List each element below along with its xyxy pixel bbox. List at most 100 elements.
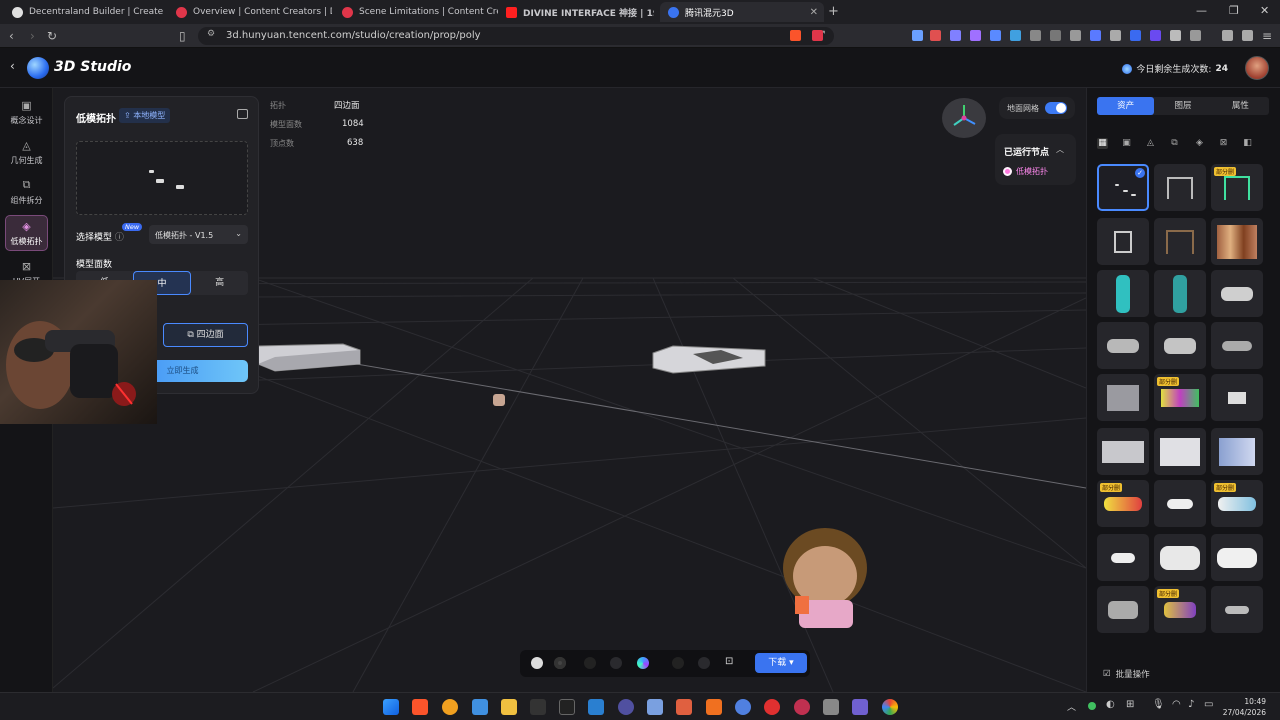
battery-icon[interactable]: ▭ [1204, 699, 1213, 710]
tray-icon[interactable]: ◐ [1106, 699, 1115, 710]
extension-icon[interactable] [1130, 30, 1141, 41]
browser-tab[interactable]: Overview | Content Creators | Decentr [168, 2, 332, 22]
asset-thumbnail[interactable] [1154, 480, 1206, 527]
rail-item-geometry[interactable]: ◬ 几何生成 [5, 134, 48, 170]
model-preview[interactable] [76, 141, 248, 215]
quad-faces-button[interactable]: ⧉ 四边面 [163, 323, 248, 347]
download-icon[interactable] [1222, 30, 1233, 41]
wifi-icon[interactable]: ◠ [1172, 699, 1181, 710]
asset-thumbnail[interactable] [1211, 374, 1263, 421]
system-clock[interactable]: 10:49 27/04/2026 [1223, 696, 1266, 718]
app-icon[interactable] [472, 699, 488, 715]
browser-tab[interactable]: Scene Limitations | Content Creators [334, 2, 498, 22]
asset-thumbnail[interactable] [1154, 164, 1206, 211]
render-mode-icon[interactable] [531, 657, 543, 669]
render-mode-icon[interactable] [584, 657, 596, 669]
sidebar-icon[interactable] [1190, 30, 1201, 41]
site-info-icon[interactable]: ⚙ [207, 29, 215, 39]
local-model-button[interactable]: ⇪ 本地模型 [119, 108, 171, 123]
asset-thumbnail[interactable] [1097, 270, 1149, 317]
shapes-filter-icon[interactable]: ◬ [1145, 138, 1156, 149]
extension-icon[interactable] [990, 30, 1001, 41]
volume-icon[interactable]: ♪ [1188, 699, 1194, 710]
browser-tab-active[interactable]: 腾讯混元3D ✕ [660, 2, 824, 22]
extension-icon[interactable] [1150, 30, 1161, 41]
split-filter-icon[interactable]: ⧉ [1169, 138, 1180, 149]
face-count-high[interactable]: 高 [191, 271, 248, 295]
asset-thumbnail[interactable] [1211, 218, 1263, 265]
app-icon[interactable] [764, 699, 780, 715]
tab-layers[interactable]: 图层 [1154, 97, 1211, 115]
model-piece[interactable] [493, 394, 505, 406]
close-tab-icon[interactable]: ✕ [810, 7, 818, 18]
asset-thumbnail[interactable]: 部分删 [1097, 480, 1149, 527]
asset-thumbnail[interactable] [1154, 428, 1206, 475]
browser-tab[interactable]: DIVINE INTERFACE 神接 | 1990s [498, 2, 654, 22]
chevron-up-icon[interactable]: ︿ [1067, 700, 1076, 713]
asset-thumbnail[interactable] [1097, 428, 1149, 475]
avatar[interactable] [1245, 56, 1269, 80]
model-piece[interactable] [652, 345, 766, 374]
app-icon[interactable] [618, 699, 634, 715]
asset-thumbnail[interactable] [1154, 270, 1206, 317]
brave-shield-icon[interactable] [790, 30, 801, 41]
wallet-icon[interactable] [1242, 30, 1253, 41]
render-mode-icon[interactable] [698, 657, 710, 669]
app-icon[interactable] [852, 699, 868, 715]
extension-icon[interactable] [970, 30, 981, 41]
chrome-icon[interactable] [882, 699, 898, 715]
app-icon[interactable] [676, 699, 692, 715]
asset-thumbnail[interactable] [1097, 218, 1149, 265]
asset-thumbnail[interactable] [1211, 534, 1263, 581]
render-mode-icon[interactable] [610, 657, 622, 669]
model-piece[interactable] [257, 343, 361, 372]
model-select[interactable]: 低模拓扑 - V1.5 ⌄ [149, 225, 248, 244]
asset-thumbnail[interactable] [1097, 374, 1149, 421]
app-icon[interactable] [530, 699, 546, 715]
asset-thumbnail[interactable]: 部分删 [1154, 586, 1206, 633]
render-mode-icon[interactable] [554, 657, 566, 669]
ground-grid-toggle[interactable] [1045, 102, 1067, 114]
back-icon[interactable]: ‹ [9, 29, 14, 43]
render-mode-icon[interactable] [672, 657, 684, 669]
asset-thumbnail[interactable] [1154, 534, 1206, 581]
blender-icon[interactable] [706, 699, 722, 715]
asset-thumbnail[interactable] [1154, 218, 1206, 265]
collapse-panel-icon[interactable] [237, 109, 248, 119]
app-icon[interactable] [735, 699, 751, 715]
minimize-icon[interactable]: — [1196, 4, 1207, 17]
vscode-icon[interactable] [588, 699, 604, 715]
info-icon[interactable]: ⓘ [115, 233, 124, 243]
download-button[interactable]: 下载 ▾ [755, 653, 807, 673]
extension-icon[interactable] [1010, 30, 1021, 41]
extension-icon[interactable] [912, 30, 923, 41]
reload-icon[interactable]: ↻ [47, 29, 57, 43]
color-mode-icon[interactable] [637, 657, 649, 669]
extension-icon[interactable] [1050, 30, 1061, 41]
texture-filter-icon[interactable]: ◧ [1242, 138, 1253, 149]
orientation-gizmo[interactable] [942, 98, 986, 138]
screenshot-icon[interactable]: ⊡ [725, 656, 733, 667]
asset-thumbnail[interactable] [1211, 322, 1263, 369]
tray-status-icon[interactable] [1088, 702, 1096, 710]
asset-thumbnail[interactable]: 部分删 [1211, 480, 1263, 527]
extension-icon[interactable] [1030, 30, 1041, 41]
rail-item-topology[interactable]: ◈ 低模拓扑 [5, 215, 48, 251]
extension-icon[interactable] [930, 30, 941, 41]
rail-item-split[interactable]: ⧉ 组件拆分 [5, 174, 48, 210]
extension-icon[interactable] [1110, 30, 1121, 41]
forward-icon[interactable]: › [30, 29, 35, 43]
file-explorer-icon[interactable] [501, 699, 517, 715]
asset-thumbnail[interactable] [1211, 428, 1263, 475]
extension-icon[interactable] [950, 30, 961, 41]
app-icon[interactable] [823, 699, 839, 715]
extension-icon[interactable] [1070, 30, 1081, 41]
windows-start-icon[interactable] [383, 699, 399, 715]
topology-filter-icon[interactable]: ◈ [1194, 138, 1205, 149]
batch-operation-button[interactable]: ☑ 批量操作 [1103, 668, 1150, 680]
asset-thumbnail[interactable] [1154, 322, 1206, 369]
bookmark-icon[interactable]: ▯ [179, 29, 186, 43]
executed-node-item[interactable]: 低模拓扑 [1003, 166, 1048, 177]
url-field[interactable]: ⚙ 3d.hunyuan.tencent.com/studio/creation… [198, 27, 834, 45]
asset-thumbnail[interactable]: 部分删 [1211, 164, 1263, 211]
